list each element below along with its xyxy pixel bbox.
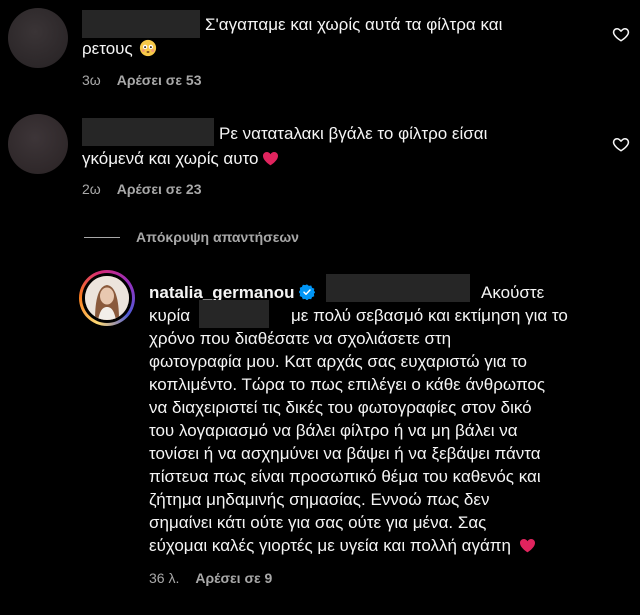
flushed-face-emoji <box>139 39 156 57</box>
reply-line: εύχομαι καλές γιορτές με υγεία και πολλή… <box>149 534 536 557</box>
comment-meta: 3ω Αρέσει σε 53 <box>82 72 202 88</box>
reply-line: ζήτημα μηδαμινής σημασίας. Εννοώ πως δεν <box>149 490 490 509</box>
comment-likes[interactable]: Αρέσει σε 23 <box>117 181 202 197</box>
reply-likes[interactable]: Αρέσει σε 9 <box>195 570 272 586</box>
heart-outline-icon[interactable] <box>612 25 630 43</box>
comment-time: 3ω <box>82 72 101 88</box>
reply-line: τονίσει ή να ασχημύνει να βάψει ή να ξεβ… <box>149 444 541 463</box>
hide-replies-button[interactable]: Απόκρυψη απαντήσεων <box>84 229 299 245</box>
redacted-name <box>199 300 269 328</box>
reply-time: 36 λ. <box>149 570 180 586</box>
comment-text-line: Σ'αγαπαμε και χωρίς αυτά τα φίλτρα και <box>205 15 503 34</box>
hide-replies-label: Απόκρυψη απαντήσεων <box>136 229 299 245</box>
red-heart-emoji <box>263 152 279 166</box>
comment-text-line: Ρε νατατaλακι βγάλε το φίλτρο είσαι <box>219 124 488 143</box>
avatar[interactable] <box>8 114 68 174</box>
profile-photo <box>85 276 129 320</box>
comment-text-line: ρετους <box>82 37 157 60</box>
redacted-mention <box>326 274 470 302</box>
story-ring-avatar[interactable] <box>79 270 135 326</box>
heart-outline-icon[interactable] <box>612 135 630 153</box>
redacted-username <box>82 118 214 146</box>
reply-line: σημαίνει κάτι ούτε για σας ούτε για μένα… <box>149 513 487 532</box>
reply-line: πίστευα πως είναι προσωπικό θέμα του καθ… <box>149 467 541 486</box>
profile-portrait <box>85 276 129 320</box>
comment-text-line: γκόμενά και χωρίς αυτο <box>82 147 279 170</box>
avatar[interactable] <box>8 8 68 68</box>
reply-line: κοπλιμέντο. Τώρα το πως επιλέγει ο κάθε … <box>149 375 546 394</box>
reply-line: φωτογραφία μου. Κατ αρχάς σας ευχαριστώ … <box>149 352 528 371</box>
comments-panel: Σ'αγαπαμε και χωρίς αυτά τα φίλτρα και ρ… <box>0 0 640 615</box>
hide-replies-divider <box>84 236 120 238</box>
reply-line: χρόνο που διαθέσατε να σχολιάσετε στη <box>149 329 452 348</box>
redacted-username <box>82 10 200 38</box>
reply-line: με πολύ σεβασμό και εκτίμηση για το <box>291 306 568 325</box>
reply-line: κυρία <box>149 306 191 325</box>
red-heart-emoji <box>519 539 535 553</box>
reply-line: να διαχειριστεί τις δικές του φωτογραφίε… <box>149 398 532 417</box>
reply-meta: 36 λ. Αρέσει σε 9 <box>149 570 272 586</box>
verified-badge-icon <box>298 284 315 300</box>
comment-time: 2ω <box>82 181 101 197</box>
comment-meta: 2ω Αρέσει σε 23 <box>82 181 202 197</box>
comment-likes[interactable]: Αρέσει σε 53 <box>117 72 202 88</box>
reply-line: Ακούστε <box>481 283 545 302</box>
reply-line: του λογαριασμό να βάλει φίλτρο ή να μη β… <box>149 421 518 440</box>
